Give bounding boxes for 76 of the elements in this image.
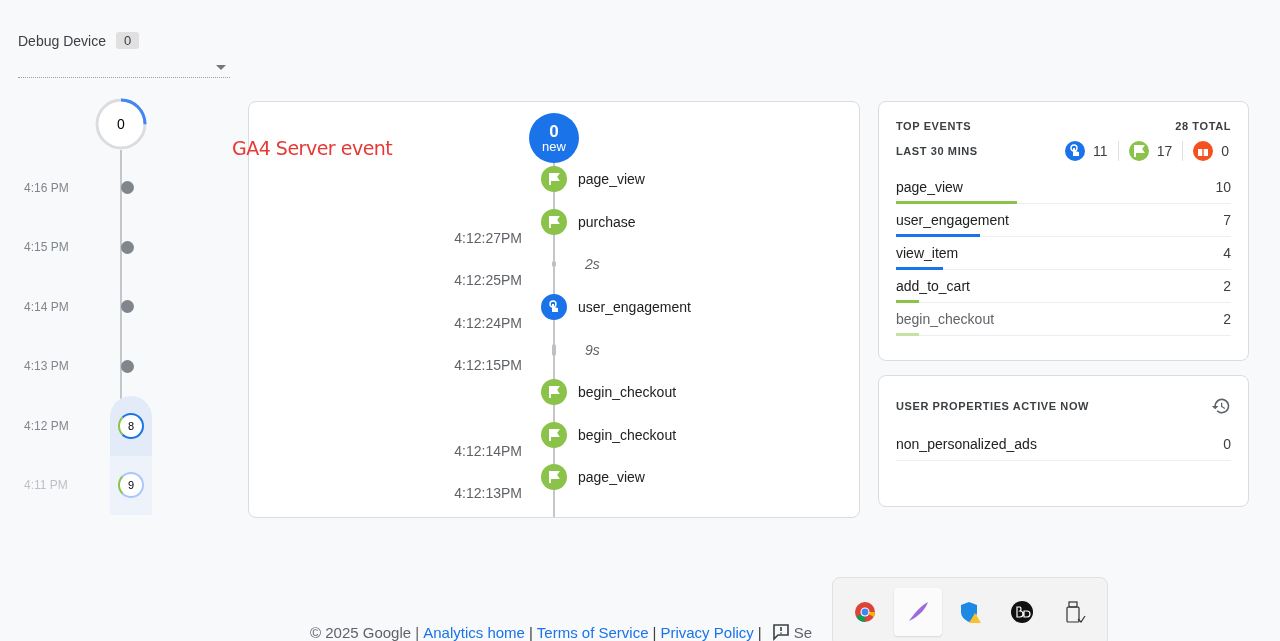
feedback-text[interactable]: Se [793,623,813,641]
event-node[interactable] [541,208,567,235]
history-icon[interactable] [1211,396,1231,416]
event-time: 4:12:27PM [454,229,522,246]
event-type-count: 17 [1156,143,1173,159]
event-node[interactable] [541,379,567,406]
minute-time: 4:14 PM [23,299,70,314]
device-count: 0 [115,32,140,49]
minute-dot[interactable] [121,300,134,314]
event-name[interactable]: begin_checkout [578,384,677,401]
minute-time: 4:15 PM [23,240,70,255]
footer-link[interactable]: Terms of Service [536,623,649,641]
event-count: 7 [1223,212,1231,228]
separator: | [757,623,762,641]
flag-icon [547,385,561,400]
flag-icon [547,172,561,187]
minute-time: 4:13 PM [23,359,70,374]
event-name[interactable]: view_item [896,245,959,261]
minute-time: 4:12 PM [23,418,70,433]
event-count: 4 [1223,245,1231,261]
period-label: LAST 30 MINS [896,145,978,157]
event-count: 2 [1223,311,1231,327]
event-count: 10 [1215,179,1231,195]
event-count: 2 [1223,278,1231,294]
debug-device-label: Debug Device [18,32,106,49]
flag-icon [547,427,561,442]
minute-event-count[interactable]: 8 [118,412,144,439]
new-events-bubble[interactable]: 0 new [529,113,579,163]
event-name[interactable]: begin_checkout [578,426,677,443]
flag-icon [547,470,561,485]
audio-logo-icon [1011,601,1034,623]
minute-time: 4:16 PM [23,180,70,195]
footer-link[interactable]: Privacy Policy [660,623,754,641]
feedback-icon[interactable] [771,623,790,641]
event-name[interactable]: add_to_cart [896,278,970,294]
seconds-counter: 0 [95,98,147,150]
event-type-count: 11 [1093,143,1108,159]
minute-event-count[interactable]: 9 [118,472,144,499]
event-node[interactable] [541,166,567,193]
copyright-text: © 2025 Google | [310,623,420,641]
annotation-text: GA4 Server event [232,137,393,159]
flag-icon [547,214,561,229]
property-name: non_personalized_ads [896,436,1037,452]
event-name[interactable]: page_view [896,179,963,195]
minute-dot[interactable] [121,181,134,195]
event-time: 4:12:15PM [454,357,522,374]
caret-icon [216,64,226,70]
event-name[interactable]: page_view [578,469,645,486]
minute-time: 4:11 PM [23,478,69,493]
event-time: 4:12:25PM [454,272,522,289]
footer-link[interactable]: Analytics home [423,623,525,641]
event-type-count: 0 [1221,143,1229,159]
separator: | [652,623,657,641]
event-node[interactable] [541,421,567,448]
event-time: 4:12:24PM [454,314,522,331]
touch-icon [547,300,561,315]
event-node[interactable] [541,294,567,321]
event-name[interactable]: user_engagement [578,299,691,316]
usb-drive-icon [1063,600,1086,624]
separator: | [528,623,533,641]
event-name[interactable]: begin_checkout [896,311,995,327]
event-time: 4:12:14PM [454,442,522,459]
event-name[interactable]: user_engagement [896,212,1009,228]
time-gap: 9s [585,341,600,358]
card-title: USER PROPERTIES ACTIVE NOW [896,400,1090,412]
minute-dot[interactable] [121,240,134,254]
event-time: 4:12:13PM [454,485,522,502]
property-value: 0 [1223,436,1231,452]
total-count: 28 TOTAL [1175,120,1231,132]
event-node[interactable] [541,464,567,491]
card-title: TOP EVENTS [896,120,972,132]
minute-dot[interactable] [121,359,134,373]
time-gap: 2s [585,256,600,273]
browser-icon [854,601,877,623]
event-name[interactable]: purchase [578,213,636,230]
event-name[interactable]: page_view [578,171,645,188]
